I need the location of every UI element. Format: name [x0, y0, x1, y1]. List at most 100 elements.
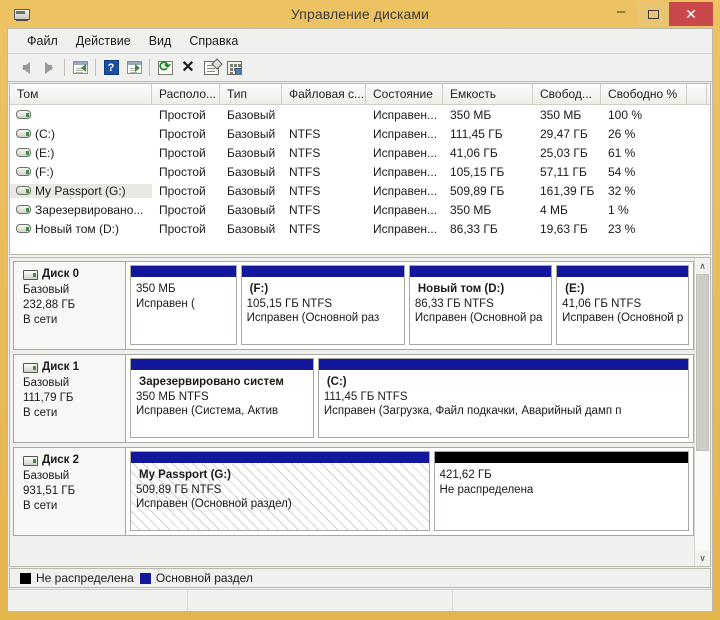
cell-status: Исправен... [373, 202, 438, 217]
disk-management-icon [13, 6, 31, 22]
legend-unallocated: Не распределена [20, 571, 134, 585]
partition-details: Новый том (D:) 86,33 ГБ NTFS Исправен (Осн… [410, 277, 551, 344]
column-header-2[interactable]: Тип [220, 84, 282, 104]
partition-block[interactable]: Новый том (D:) 86,33 ГБ NTFS Исправен (Осн… [408, 265, 553, 345]
volume-icon [16, 224, 31, 233]
cell-capacity: 41,06 ГБ [450, 145, 498, 160]
minimize-button[interactable]: – [605, 2, 637, 26]
console-tree-button[interactable] [123, 57, 145, 79]
volume-label: (E:) [35, 145, 55, 160]
table-row[interactable]: Зарезервировано... Простой Базовый NTFS Испр… [10, 200, 710, 219]
legend-swatch [20, 572, 31, 584]
cell-type: Базовый [227, 221, 276, 236]
cell-volume: Новый том (D:) [10, 222, 152, 236]
partition-block[interactable]: 350 МБ Исправен ( [130, 265, 237, 345]
scroll-up-arrow-icon[interactable]: ∧ [695, 258, 710, 274]
partition-block[interactable]: (F:) 105,15 ГБ NTFS Исправен (Основной раз [240, 265, 405, 345]
cell-filesystem: NTFS [289, 164, 321, 179]
scrollbar-thumb[interactable] [696, 274, 709, 451]
disk-size: 111,79 ГБ [23, 392, 74, 404]
volume-icon [16, 129, 31, 138]
volume-label: Зарезервировано... [35, 202, 144, 217]
help-button[interactable]: ? [100, 57, 122, 79]
partition-status: Исправен (Загрузка, Файл подкачки, Авари… [323, 405, 622, 417]
volume-label: (F:) [35, 164, 54, 179]
cell-volume: My Passport (G:) [10, 183, 152, 198]
partition-block[interactable]: Зарезервировано систем 350 МБ NTFS Исправе… [130, 358, 314, 438]
toolbar-separator [95, 59, 96, 76]
volume-icon [16, 110, 31, 119]
column-header-7[interactable]: Свободно % [601, 84, 687, 104]
partition-color-bar [409, 266, 552, 277]
title-bar[interactable]: Управление дисками – ✕ [7, 0, 713, 28]
partition-block[interactable]: My Passport (G:) 509,89 ГБ NTFS Исправен (… [130, 451, 430, 531]
disk-type: Базовый [23, 470, 70, 482]
volume-list-body[interactable]: Простой Базовый Исправен... 350 МБ 350 МБ 100… [10, 105, 710, 254]
partition-size: 350 МБ [136, 283, 176, 295]
partition-block[interactable]: (C:) 111,45 ГБ NTFS Исправен (Загрузка, Фа… [317, 358, 689, 438]
volume-icon [16, 205, 31, 214]
scrollbar-track[interactable] [695, 274, 710, 550]
legend-primary-partition: Основной раздел [139, 571, 253, 585]
disk-info[interactable]: Диск 1 Базовый 111,79 ГБ В сети [14, 355, 126, 442]
partition-details: (C:) 111,45 ГБ NTFS Исправен (Загрузка, Фа… [319, 370, 688, 437]
menu-help[interactable]: Справка [180, 32, 247, 50]
cell-filesystem: NTFS [289, 221, 321, 236]
cell-free_percent: 61 % [608, 145, 636, 160]
column-header-5[interactable]: Емкость [443, 84, 533, 104]
cell-volume: (C:) [10, 127, 152, 141]
properties-button[interactable] [200, 57, 223, 79]
disk-row[interactable]: Диск 0 Базовый 232,88 ГБ В сети 350 МБ Исправ… [13, 261, 694, 350]
column-header-0[interactable]: Том [10, 84, 152, 104]
partition-status: Исправен (Основной раз [246, 312, 380, 324]
menu-file[interactable]: Файл [18, 32, 67, 50]
disk-info[interactable]: Диск 0 Базовый 232,88 ГБ В сети [14, 262, 126, 349]
disk-management-window: Управление дисками – ✕ Файл Действие Вид… [0, 0, 720, 620]
disk-row[interactable]: Диск 1 Базовый 111,79 ГБ В сети Зарезервиров… [13, 354, 694, 443]
back-button[interactable] [15, 57, 37, 79]
cell-capacity: 350 МБ [450, 202, 492, 217]
rescan-disks-button[interactable] [223, 57, 245, 79]
partition-status: Исправен (Основной р [562, 312, 684, 324]
cell-filesystem: NTFS [289, 202, 321, 217]
partition-status: Исправен ( [136, 297, 195, 310]
graphical-vertical-scrollbar[interactable]: ∧ ∨ [694, 258, 710, 566]
forward-button[interactable] [38, 57, 60, 79]
disk-title: Диск 2 [23, 453, 125, 468]
disk-icon [23, 362, 38, 373]
menu-action[interactable]: Действие [67, 32, 140, 50]
cell-volume: (E:) [10, 146, 152, 160]
cell-type: Базовый [227, 183, 276, 198]
column-header-1[interactable]: Располо... [152, 84, 220, 104]
column-header-4[interactable]: Состояние [366, 84, 443, 104]
back-arrow-icon [22, 61, 30, 74]
disk-row[interactable]: Диск 2 Базовый 931,51 ГБ В сети My Passport … [13, 447, 694, 536]
partition-block[interactable]: 421,62 ГБ Не распределена [433, 451, 689, 531]
table-row[interactable]: (C:) Простой Базовый NTFS Исправен... 111,45 … [10, 124, 710, 143]
partition-block[interactable]: (E:) 41,06 ГБ NTFS Исправен (Основной р [556, 265, 689, 345]
column-header-3[interactable]: Файловая с... [282, 84, 366, 104]
delete-button[interactable]: ✕ [177, 57, 199, 79]
table-row[interactable]: Новый том (D:) Простой Базовый NTFS Исправен… [10, 219, 710, 238]
table-row[interactable]: (E:) Простой Базовый NTFS Исправен... 41,06 Г… [10, 143, 710, 162]
partition-details: My Passport (G:) 509,89 ГБ NTFS Исправен (… [131, 463, 429, 530]
partition-color-bar [557, 266, 688, 277]
cell-free: 4 МБ [540, 202, 568, 217]
partition-color-bar [131, 266, 236, 277]
close-button[interactable]: ✕ [669, 2, 713, 26]
column-header-8[interactable] [687, 84, 707, 104]
menu-view[interactable]: Вид [140, 32, 181, 50]
table-row[interactable]: My Passport (G:) Простой Базовый NTFS Исправ… [10, 181, 710, 200]
table-row[interactable]: (F:) Простой Базовый NTFS Исправен... 105,15 … [10, 162, 710, 181]
column-header-6[interactable]: Свобод... [533, 84, 601, 104]
disk-info[interactable]: Диск 2 Базовый 931,51 ГБ В сети [14, 448, 126, 535]
cell-status: Исправен... [373, 221, 438, 236]
maximize-button[interactable] [637, 2, 669, 26]
refresh-button[interactable] [154, 57, 176, 79]
table-row[interactable]: Простой Базовый Исправен... 350 МБ 350 МБ 100… [10, 105, 710, 124]
scroll-down-arrow-icon[interactable]: ∨ [695, 550, 710, 566]
properties-icon [203, 57, 223, 75]
disk-name: Диск 1 [42, 361, 80, 373]
partition-status: Исправен (Система, Актив [136, 405, 279, 417]
up-one-level-button[interactable] [69, 57, 91, 79]
